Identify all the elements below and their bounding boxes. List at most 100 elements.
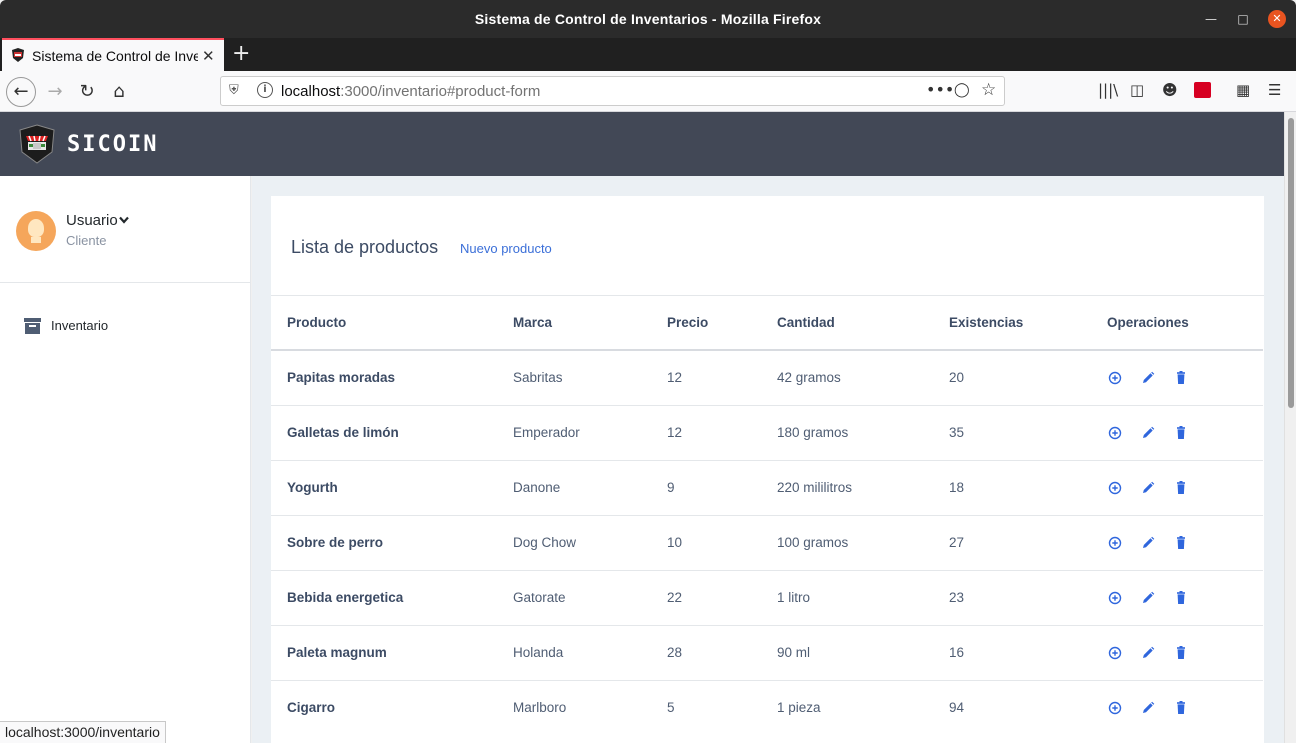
pencil-icon[interactable] (1140, 425, 1156, 441)
stock-cell: 27 (933, 514, 1091, 570)
url-text[interactable]: localhost:3000/inventario#product-form (281, 83, 540, 100)
stock-cell: 20 (949, 370, 965, 386)
trash-icon[interactable] (1173, 425, 1189, 441)
url-bar[interactable]: ⛨ i localhost:3000/inventario#product-fo… (220, 76, 1005, 106)
add-circle-icon[interactable] (1107, 535, 1123, 551)
table-row: Sobre de perro Dog Chow 10 100 gramos 27 (271, 514, 1263, 570)
avatar (16, 211, 56, 251)
tab-strip: Sistema de Control de Inventarios ✕ + (0, 38, 1296, 71)
pencil-icon[interactable] (1140, 480, 1156, 496)
product-name-cell: Yogurth (271, 459, 497, 515)
brand-cell: Emperador (497, 404, 651, 460)
operations-cell (1091, 404, 1263, 460)
favicon-icon (12, 48, 24, 62)
sidebar-item-label: Inventario (51, 318, 109, 333)
add-circle-icon[interactable] (1107, 425, 1123, 441)
minimize-button[interactable]: — (1202, 10, 1220, 28)
pencil-icon[interactable] (1140, 645, 1156, 661)
forward-button[interactable]: → (42, 79, 68, 105)
menu-hamburger-icon[interactable]: ☰ (1268, 81, 1281, 99)
user-role: Cliente (66, 233, 107, 248)
trash-icon[interactable] (1173, 480, 1189, 496)
column-header-cantidad: Cantidad (761, 296, 933, 351)
page-scrollbar[interactable] (1284, 112, 1296, 743)
table-row: Bebida energetica Gatorate 22 1 litro 23 (271, 569, 1263, 625)
home-button[interactable]: ⌂ (106, 79, 132, 105)
close-window-button[interactable]: ✕ (1268, 10, 1286, 28)
browser-tab[interactable]: Sistema de Control de Inventarios ✕ (2, 38, 224, 71)
store-logo-icon[interactable] (17, 124, 57, 164)
row-actions (1107, 590, 1263, 606)
new-product-link[interactable]: Nuevo producto (460, 241, 552, 256)
trash-icon[interactable] (1173, 590, 1189, 606)
navigation-bar: ← → ↻ ⌂ ⛨ i localhost:3000/inventario#pr… (0, 71, 1296, 112)
info-icon[interactable]: i (257, 82, 273, 98)
column-header-producto: Producto (271, 296, 497, 351)
product-name-cell: Paleta magnum (271, 624, 497, 680)
row-actions (1107, 480, 1263, 496)
trash-icon[interactable] (1173, 700, 1189, 716)
pocket-icon[interactable]: ◯ (954, 82, 970, 98)
chevron-down-icon (118, 216, 129, 224)
main-content: Lista de productos Nuevo producto Produc… (252, 176, 1284, 743)
shield-icon[interactable]: ⛨ (229, 83, 239, 98)
operations-cell (1091, 679, 1263, 735)
brand-cell: Holanda (497, 624, 651, 680)
quantity-cell: 90 ml (761, 624, 933, 680)
brand-cell: Gatorate (497, 569, 651, 625)
sidebar-toggle-icon[interactable]: ◫ (1130, 81, 1144, 99)
add-circle-icon[interactable] (1107, 590, 1123, 606)
scrollbar-thumb[interactable] (1288, 118, 1294, 408)
library-icon[interactable]: |||\ (1098, 81, 1118, 99)
back-button[interactable]: ← (6, 77, 36, 107)
operations-cell (1091, 624, 1263, 680)
lightbulb-base (31, 237, 41, 243)
row-actions (1107, 645, 1263, 661)
trash-icon[interactable] (1173, 645, 1189, 661)
page-actions-icon[interactable]: ••• (926, 80, 954, 99)
pencil-icon[interactable] (1140, 590, 1156, 606)
sidebar-item-inventario[interactable]: Inventario (24, 316, 234, 338)
stock-cell: 16 (933, 624, 1091, 680)
operations-cell (1091, 459, 1263, 515)
pencil-icon[interactable] (1140, 370, 1156, 386)
card-title: Lista de productos (291, 237, 439, 257)
account-icon[interactable]: ☻ (1162, 81, 1178, 99)
trash-icon[interactable] (1173, 370, 1189, 386)
operations-cell (1091, 514, 1263, 570)
app-header: SICOIN (0, 112, 1284, 176)
user-menu[interactable]: Usuario (66, 212, 129, 229)
price-cell: 5 (651, 679, 761, 735)
table-row: Cigarro Marlboro 5 1 pieza 94 (271, 679, 1263, 735)
price-cell: 12 (667, 370, 683, 386)
quantity-cell: 100 gramos (761, 514, 933, 570)
column-header-existencias: Existencias (933, 296, 1091, 351)
reload-button[interactable]: ↻ (74, 79, 100, 105)
brand-cell: Sabritas (513, 370, 563, 386)
bookmark-star-icon[interactable]: ☆ (981, 80, 996, 100)
new-tab-button[interactable]: + (232, 41, 250, 66)
url-host: localhost (281, 83, 341, 100)
add-circle-icon[interactable] (1107, 645, 1123, 661)
row-actions (1107, 700, 1263, 716)
trash-icon[interactable] (1173, 535, 1189, 551)
price-cell: 12 (651, 404, 761, 460)
add-circle-icon[interactable] (1107, 480, 1123, 496)
product-name-cell: Galletas de limón (271, 404, 497, 460)
pencil-icon[interactable] (1140, 535, 1156, 551)
add-circle-icon[interactable] (1107, 370, 1123, 386)
operations-cell (1091, 350, 1263, 405)
url-path: :3000/inventario#product-form (340, 83, 541, 100)
add-circle-icon[interactable] (1107, 700, 1123, 716)
products-card: Lista de productos Nuevo producto Produc… (271, 196, 1264, 743)
extension-icon[interactable] (1194, 82, 1211, 98)
table-row: Galletas de limón Emperador 12 180 gramos 35 (271, 404, 1263, 460)
app-brand[interactable]: SICOIN (67, 132, 158, 157)
pencil-icon[interactable] (1140, 700, 1156, 716)
product-name-cell: Bebida energetica (271, 569, 497, 625)
close-tab-icon[interactable]: ✕ (202, 47, 215, 65)
maximize-button[interactable]: □ (1234, 10, 1252, 28)
quantity-cell: 220 mililitros (761, 459, 933, 515)
archive-box-icon (24, 318, 41, 334)
extensions-puzzle-icon[interactable]: ▦ (1236, 81, 1250, 99)
